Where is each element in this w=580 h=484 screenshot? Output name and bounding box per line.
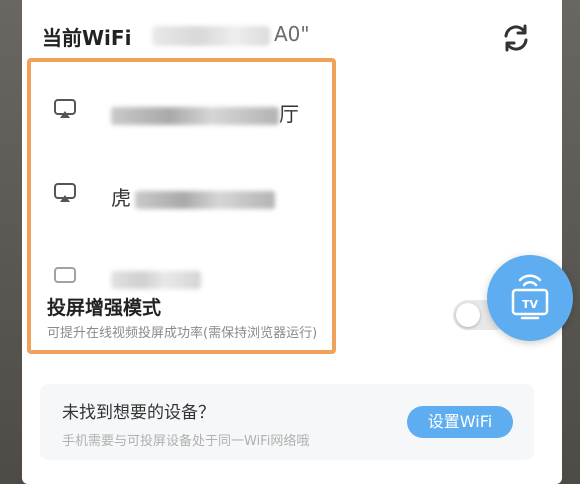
current-wifi-ssid: A0" [152,22,310,46]
device-name-redacted [135,190,275,209]
device-name-redacted [111,270,201,289]
device-name: 厅 [111,98,299,127]
tv-icon: TV [511,274,549,320]
device-name-prefix: 虎 [111,186,131,210]
help-title: 未找到想要的设备？ [62,403,215,423]
ssid-redacted [152,25,270,46]
device-name-redacted [111,106,279,125]
device-name [111,266,201,290]
screen-cast-icon [53,266,77,288]
device-item[interactable]: 厅 [31,88,331,132]
device-name-suffix: 厅 [279,102,299,126]
boost-mode-title: 投屏增强模式 [47,297,162,319]
toggle-knob [456,303,480,327]
tv-icon-label: TV [522,298,539,311]
current-wifi-label: 当前WiFi [42,26,132,50]
help-card: 未找到想要的设备？ 手机需要与可投屏设备处于同一WiFi网络哦 设置WiFi [40,384,534,460]
screen-cast-icon [53,182,77,204]
tv-cast-button[interactable]: TV [487,255,573,341]
device-name: 虎 [111,182,275,211]
set-wifi-button[interactable]: 设置WiFi [407,406,513,438]
boost-mode-description: 可提升在线视频投屏成功率(需保持浏览器运行) [47,326,318,341]
refresh-icon[interactable] [499,21,533,55]
screen-cast-icon [53,98,77,120]
help-description: 手机需要与可投屏设备处于同一WiFi网络哦 [62,434,310,449]
ssid-visible-suffix: A0" [274,22,310,46]
device-item[interactable]: 虎 [31,172,331,216]
